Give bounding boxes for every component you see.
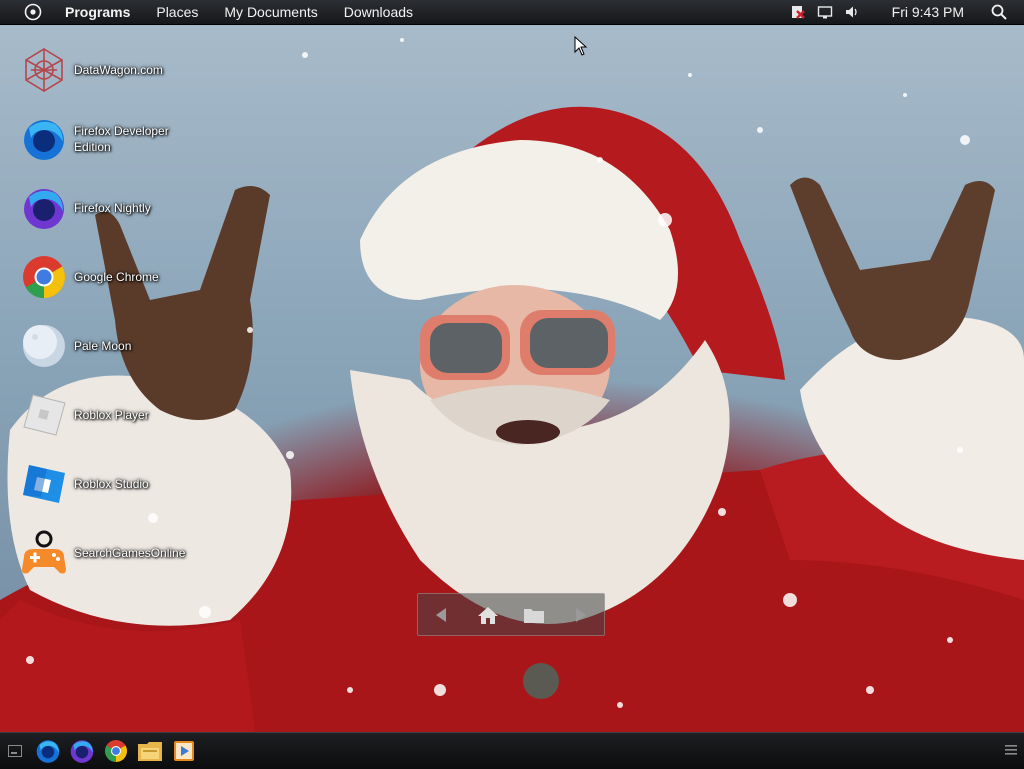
game-controller-icon xyxy=(20,529,68,577)
desktop-icon-roblox-studio[interactable]: Roblox Studio xyxy=(20,458,200,510)
media-player-icon xyxy=(174,741,194,761)
show-desktop-icon[interactable] xyxy=(6,737,24,765)
search-icon[interactable] xyxy=(990,3,1008,21)
desktop-icon-label: Roblox Studio xyxy=(74,477,149,491)
menu-programs[interactable]: Programs xyxy=(65,4,130,20)
display-icon[interactable] xyxy=(816,3,834,21)
taskbar-chrome[interactable] xyxy=(102,737,130,765)
taskbar-media-player[interactable] xyxy=(170,737,198,765)
network-error-icon[interactable] xyxy=(789,3,807,21)
start-menu-icon[interactable] xyxy=(23,2,43,22)
taskbar xyxy=(0,732,1024,769)
desktop-icon-firefox-nightly[interactable]: Firefox Nightly xyxy=(20,182,200,234)
desktop-icon-roblox-player[interactable]: Roblox Player xyxy=(20,389,200,441)
file-manager-icon xyxy=(138,742,162,761)
system-tray: Fri 9:43 PM xyxy=(789,0,1024,24)
pale-moon-icon xyxy=(20,322,68,370)
desktop-icon-label: Firefox Nightly xyxy=(74,201,151,215)
menu-places[interactable]: Places xyxy=(156,4,198,20)
roblox-studio-icon xyxy=(20,460,68,508)
desktop-icon-label: Firefox Developer Edition xyxy=(74,124,169,154)
file-manager-nav-widget xyxy=(417,593,605,636)
chrome-icon xyxy=(105,740,127,762)
firefox-nightly-icon xyxy=(20,184,68,232)
clock[interactable]: Fri 9:43 PM xyxy=(892,4,964,20)
datawagon-icon xyxy=(20,46,68,94)
mouse-pointer-icon xyxy=(574,35,588,61)
desktop-icon-label: Roblox Player xyxy=(74,408,149,422)
desktop-icon-label: DataWagon.com xyxy=(74,63,163,77)
taskbar-firefox-nightly[interactable] xyxy=(68,737,96,765)
desktop-icon-label: Google Chrome xyxy=(74,270,159,284)
firefox-developer-icon xyxy=(20,115,68,163)
desktop-icon-datawagon[interactable]: DataWagon.com xyxy=(20,44,200,96)
taskbar-firefox-developer[interactable] xyxy=(34,737,62,765)
firefox-developer-icon xyxy=(36,740,60,763)
back-arrow-icon[interactable] xyxy=(426,600,456,630)
firefox-nightly-icon xyxy=(70,740,94,763)
folder-icon[interactable] xyxy=(519,600,549,630)
forward-arrow-icon[interactable] xyxy=(566,600,596,630)
desktop-icon-searchgamesonline[interactable]: SearchGamesOnline xyxy=(20,527,200,579)
chrome-icon xyxy=(20,253,68,301)
menu-my-documents[interactable]: My Documents xyxy=(224,4,317,20)
top-panel: Programs Places My Documents Downloads F… xyxy=(0,0,1024,25)
menu-downloads[interactable]: Downloads xyxy=(344,4,413,20)
roblox-player-icon xyxy=(20,391,68,439)
desktop-icon-label: Pale Moon xyxy=(74,339,132,353)
taskbar-file-manager[interactable] xyxy=(136,737,164,765)
home-icon[interactable] xyxy=(473,600,503,630)
desktop-icon-google-chrome[interactable]: Google Chrome xyxy=(20,251,200,303)
desktop-icon-pale-moon[interactable]: Pale Moon xyxy=(20,320,200,372)
desktop-icon-label: SearchGamesOnline xyxy=(74,546,186,560)
desktop-icon-firefox-developer[interactable]: Firefox Developer Edition xyxy=(20,113,200,165)
menu-lines-icon[interactable] xyxy=(1004,741,1018,759)
volume-icon[interactable] xyxy=(843,3,861,21)
